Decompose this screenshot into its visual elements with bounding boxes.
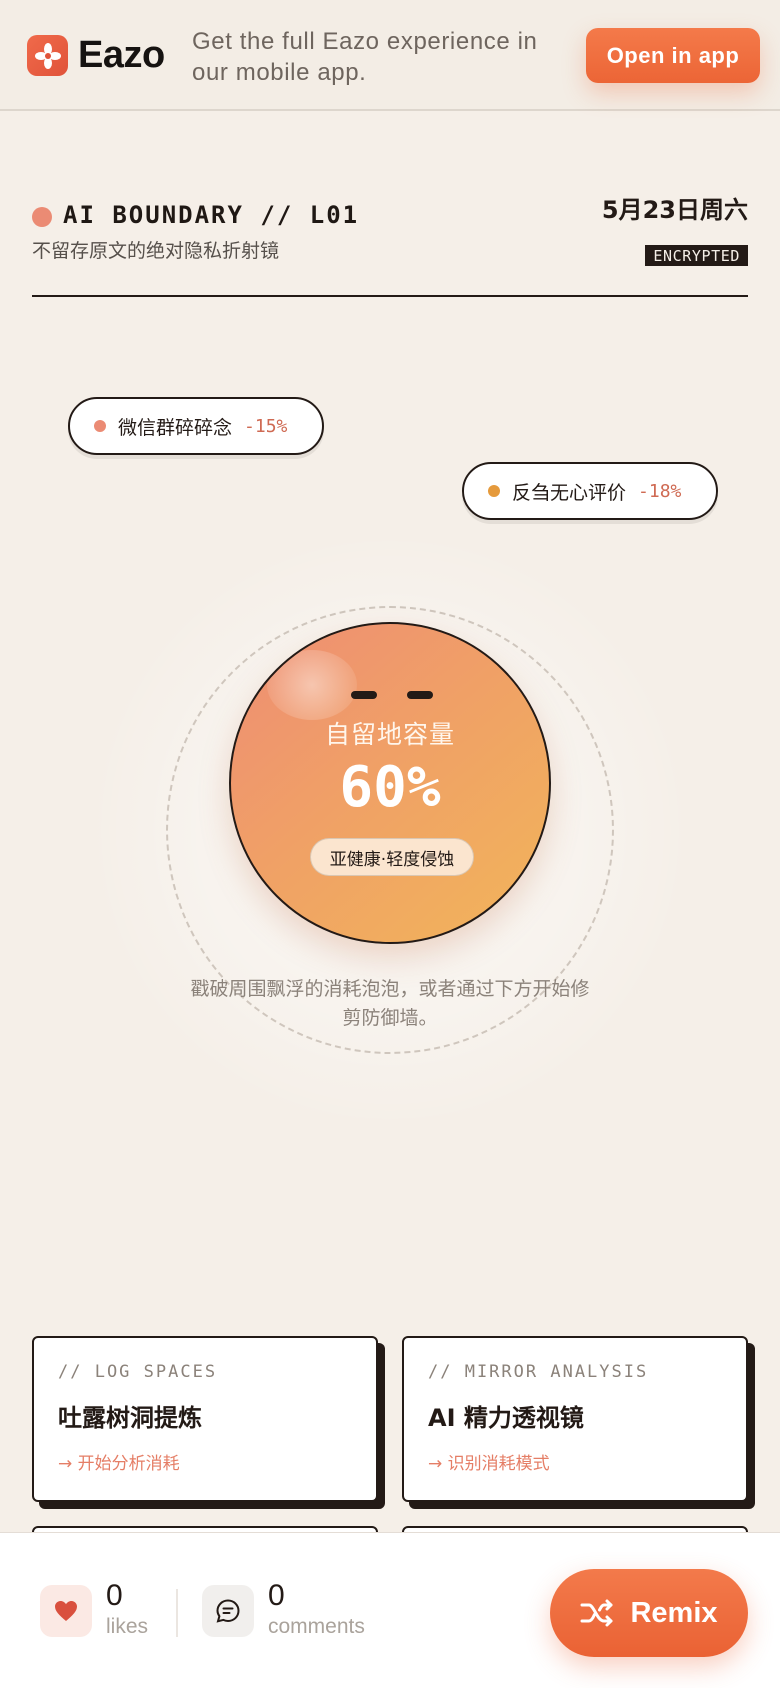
- comments-label: comments: [268, 1615, 365, 1638]
- app-install-banner: Eazo Get the full Eazo experience in our…: [0, 0, 780, 111]
- orb-left-eye-icon: [351, 691, 377, 699]
- drain-bubble[interactable]: 反刍无心评价 -18%: [462, 462, 718, 520]
- bottom-action-bar: 0 likes 0 comments Remix: [0, 1532, 780, 1688]
- date-label: 5月23日周六: [601, 196, 748, 224]
- likes-count: 0: [106, 1579, 123, 1612]
- orb-right-eye-icon: [407, 691, 433, 699]
- orb-gloss: [267, 650, 357, 720]
- remix-button[interactable]: Remix: [550, 1569, 748, 1657]
- like-button[interactable]: [40, 1585, 92, 1637]
- page-subtitle: 不留存原文的绝对隐私折射镜: [32, 240, 280, 262]
- page-title: AI BOUNDARY // L01: [63, 201, 360, 229]
- card-link[interactable]: → 识别消耗模式: [428, 1449, 722, 1474]
- bubble-value: -15%: [244, 415, 288, 437]
- banner-message: Get the full Eazo experience in our mobi…: [192, 28, 538, 86]
- stat-divider: [176, 1589, 178, 1637]
- remix-label: Remix: [630, 1596, 718, 1629]
- card-title: 吐露树洞提炼: [58, 1404, 202, 1432]
- capacity-value: 60%: [339, 755, 441, 820]
- open-in-app-button[interactable]: Open in app: [586, 28, 760, 83]
- eazo-logo-icon: [27, 35, 68, 76]
- brand-name: Eazo: [78, 34, 165, 76]
- bubble-dot-icon: [94, 420, 106, 432]
- card-kicker: // LOG SPACES: [58, 1362, 218, 1382]
- card-title: AI 精力透视镜: [428, 1404, 584, 1432]
- comments-count: 0: [268, 1579, 285, 1612]
- shuffle-icon: [580, 1599, 613, 1627]
- heart-icon: [55, 1601, 77, 1621]
- hint-text: 戳破周围飘浮的消耗泡泡，或者通过下方开始修剪防御墙。: [190, 978, 590, 1029]
- comment-icon: [216, 1599, 240, 1623]
- bubble-label: 反刍无心评价: [512, 481, 627, 504]
- capacity-label: 自留地容量: [324, 720, 455, 749]
- status-dot: [32, 207, 52, 227]
- comment-button[interactable]: [202, 1585, 254, 1637]
- drain-bubble[interactable]: 微信群碎碎念 -15%: [68, 397, 324, 455]
- encrypted-badge: ENCRYPTED: [645, 245, 748, 266]
- bubble-value: -18%: [638, 480, 682, 502]
- capacity-status-badge: 亚健康·轻度侵蚀: [310, 838, 474, 876]
- header-divider: [32, 295, 748, 297]
- capacity-orb[interactable]: 自留地容量 60% 亚健康·轻度侵蚀: [229, 622, 551, 944]
- card-link[interactable]: → 开始分析消耗: [58, 1449, 352, 1474]
- card-log-spaces[interactable]: // LOG SPACES 吐露树洞提炼 → 开始分析消耗: [32, 1336, 378, 1502]
- bubble-dot-icon: [488, 485, 500, 497]
- bubble-label: 微信群碎碎念: [118, 416, 233, 439]
- card-kicker: // MIRROR ANALYSIS: [428, 1362, 649, 1382]
- card-mirror-analysis[interactable]: // MIRROR ANALYSIS AI 精力透视镜 → 识别消耗模式: [402, 1336, 748, 1502]
- likes-label: likes: [106, 1615, 149, 1638]
- brand-logo[interactable]: Eazo: [27, 34, 165, 77]
